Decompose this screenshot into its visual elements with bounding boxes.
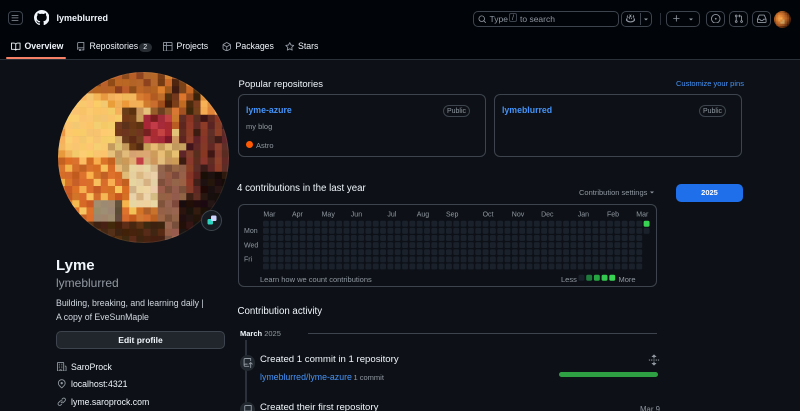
svg-text:Jan: Jan (578, 212, 589, 219)
svg-text:Dec: Dec (541, 212, 554, 219)
svg-text:Feb: Feb (607, 212, 619, 219)
svg-text:Nov: Nov (512, 212, 525, 219)
svg-text:Fri: Fri (244, 257, 253, 264)
svg-text:Apr: Apr (292, 212, 304, 219)
svg-text:Mon: Mon (244, 228, 258, 235)
svg-text:May: May (322, 212, 336, 219)
svg-text:Sep: Sep (446, 212, 459, 219)
svg-text:Aug: Aug (417, 212, 430, 219)
svg-text:Mar: Mar (636, 212, 649, 219)
svg-text:Jul: Jul (387, 212, 396, 219)
svg-text:Mar: Mar (263, 212, 276, 219)
svg-text:Oct: Oct (483, 212, 494, 219)
svg-text:Jun: Jun (351, 212, 362, 219)
svg-text:Wed: Wed (244, 243, 258, 250)
